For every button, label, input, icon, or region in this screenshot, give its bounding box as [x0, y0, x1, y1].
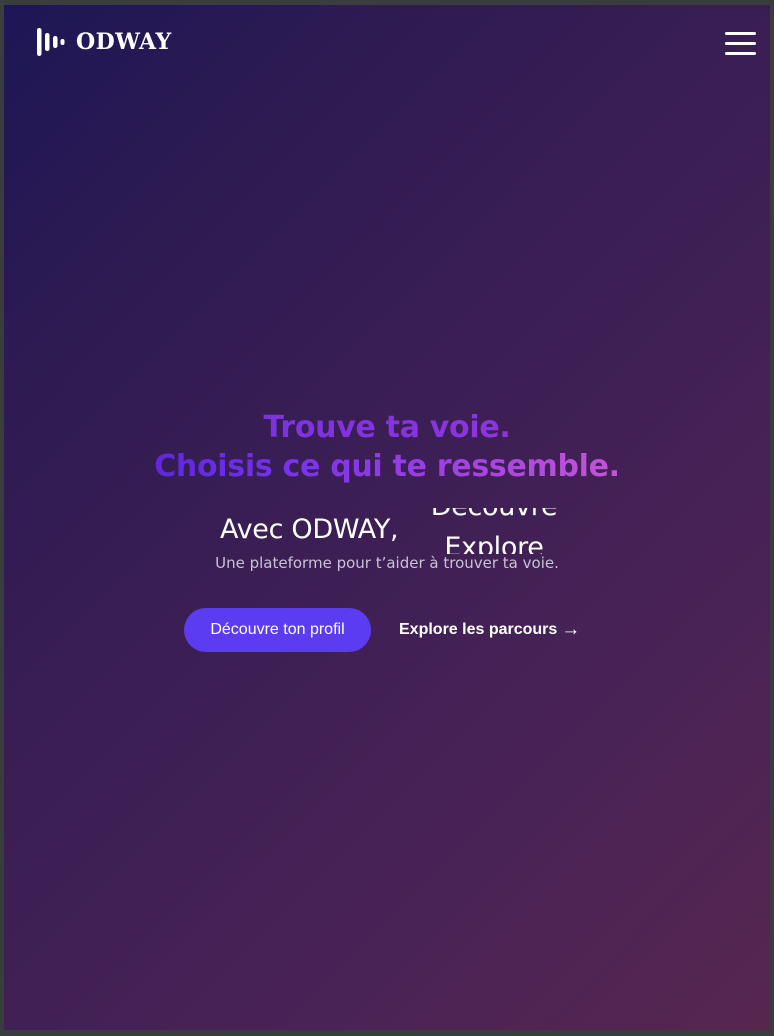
menu-line [725, 32, 756, 35]
tagline-prefix: Avec ODWAY, [220, 514, 399, 545]
page: ODWAY Trouve ta voie. Choisis ce qui te … [4, 5, 770, 1030]
rotating-tagline: Avec ODWAY, Découvre Explore [4, 508, 770, 554]
brand-name: ODWAY [76, 29, 172, 55]
top-bar: ODWAY [4, 5, 770, 77]
hamburger-menu-icon[interactable] [720, 29, 760, 61]
rotating-word: Explore [444, 532, 544, 554]
discover-profile-button[interactable]: Découvre ton profil [184, 608, 371, 652]
sound-wave-logo-icon [37, 28, 65, 56]
menu-line [725, 42, 756, 45]
explore-paths-link[interactable]: Explore les parcours → [399, 618, 580, 640]
hero-headline-line-1: Trouve ta voie. [4, 409, 770, 447]
hero-headline-line-2: Choisis ce qui te ressemble. [4, 448, 770, 486]
word-rotator: Découvre Explore [424, 508, 584, 554]
hero-subtitle: Une plateforme pour t’aider à trouver ta… [215, 554, 559, 572]
discover-profile-label: Découvre ton profil [210, 621, 345, 638]
arrow-right-icon: → [561, 619, 581, 640]
menu-line [725, 52, 756, 55]
brand-logo[interactable]: ODWAY [36, 26, 172, 58]
explore-paths-label: Explore les parcours [399, 621, 558, 638]
rotating-word: Découvre [424, 508, 564, 522]
